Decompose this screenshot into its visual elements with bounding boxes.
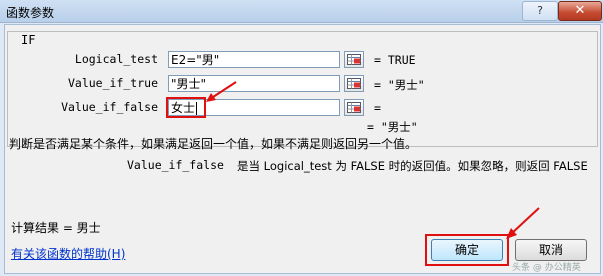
logical-test-input[interactable]: E2="男" — [168, 51, 340, 68]
function-group: IF Logical_test E2="男" = TRUE Value_if_t… — [7, 31, 598, 147]
red-arrow-icon — [506, 207, 540, 239]
calculation-result: 计算结果 = 男士 — [11, 221, 101, 235]
arg-label-value-if-true: Value_if_true — [67, 76, 158, 90]
arg-description-name: Value_if_false — [127, 158, 224, 172]
arg-result-value-if-false: = — [374, 101, 381, 115]
ok-button[interactable]: 确定 — [431, 239, 503, 261]
title-bar: 函数参数 ? ✕ — [0, 0, 603, 23]
range-select-icon — [347, 78, 361, 89]
collapse-dialog-button-1[interactable] — [344, 51, 364, 68]
collapse-dialog-button-2[interactable] — [344, 75, 364, 92]
close-button[interactable]: ✕ — [558, 1, 602, 21]
dialog-body: IF Logical_test E2="男" = TRUE Value_if_t… — [4, 24, 601, 274]
function-description: 判断是否满足某个条件，如果满足返回一个值，如果不满足则返回另一个值。 — [9, 137, 418, 151]
function-help-link[interactable]: 有关该函数的帮助(H) — [11, 245, 125, 262]
arg-result-value-if-true: = "男士" — [374, 78, 425, 92]
function-result: = "男士" — [367, 120, 418, 134]
help-button[interactable]: ? — [522, 1, 558, 21]
range-select-icon — [347, 102, 361, 113]
window-title: 函数参数 — [6, 6, 55, 20]
function-name: IF — [18, 33, 39, 47]
watermark: 头条 @ 办公精英 — [512, 263, 581, 273]
range-select-icon — [347, 54, 361, 65]
arg-description-text: 是当 Logical_test 为 FALSE 时的返回值。如果忽略，则返回 F… — [237, 159, 588, 173]
cancel-button[interactable]: 取消 — [515, 239, 587, 261]
arg-label-logical-test: Logical_test — [74, 52, 158, 66]
arg-result-logical-test: = TRUE — [374, 53, 416, 67]
highlight-box-input — [166, 97, 206, 118]
collapse-dialog-button-3[interactable] — [344, 99, 364, 116]
red-arrow-icon — [206, 81, 237, 102]
arg-label-value-if-false: Value_if_false — [61, 100, 158, 114]
value-if-true-input[interactable]: "男士" — [168, 75, 340, 92]
